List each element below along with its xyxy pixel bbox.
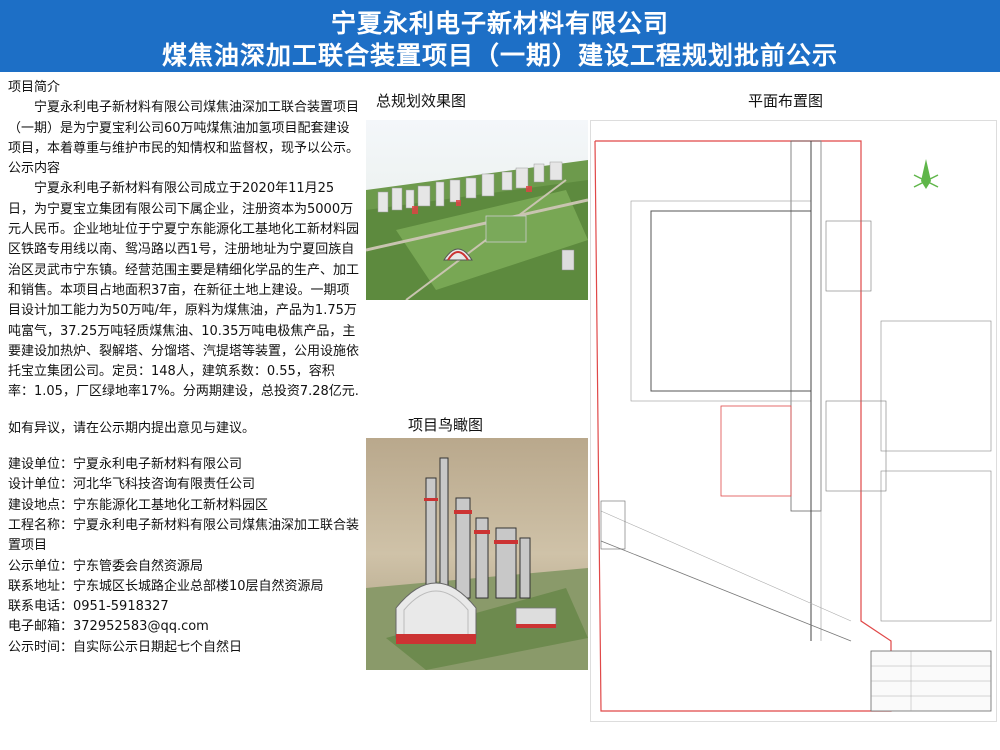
master-plan-caption: 总规划效果图 [376, 92, 467, 110]
info-email: 电子邮箱：372952583@qq.com [8, 619, 209, 635]
objection-text: 如有异议，请在公示期内提出意见与建议。 [8, 420, 256, 436]
page-subtitle: 煤焦油深加工联合装置项目（一期）建设工程规划批前公示 [161, 41, 838, 70]
info-designer: 设计单位：河北华飞科技咨询有限责任公司 [8, 477, 256, 493]
info-period: 公示时间：自实际公示日期起七个自然日 [8, 639, 243, 655]
info-builder: 建设单位：宁夏永利电子新材料有限公司 [8, 457, 243, 473]
aerial-image [366, 438, 588, 670]
info-location: 建设地点：宁东能源化工基地化工新材料园区 [8, 497, 269, 513]
content-heading: 公示内容 [8, 161, 61, 177]
intro-text: 宁夏永利电子新材料有限公司煤焦油深加工联合装置项目（一期）是为宁夏宝利公司60万… [8, 100, 360, 156]
info-address: 联系地址：宁东城区长城路企业总部楼10层自然资源局 [8, 578, 324, 594]
content-text: 宁夏永利电子新材料有限公司成立于2020年11月25日，为宁夏宝立集团有限公司下… [8, 181, 360, 400]
layout-caption: 平面布置图 [748, 92, 824, 110]
page-title: 宁夏永利电子新材料有限公司 [330, 9, 669, 38]
master-plan-image [366, 120, 588, 300]
text-column: 项目简介 宁夏永利电子新材料有限公司煤焦油深加工联合装置项目（一期）是为宁夏宝利… [8, 78, 360, 658]
intro-heading: 项目简介 [8, 80, 61, 95]
info-project-name: 工程名称：宁夏永利电子新材料有限公司煤焦油深加工联合装置项目 [8, 517, 360, 554]
aerial-caption: 项目鸟瞰图 [408, 416, 484, 434]
header-banner: 宁夏永利电子新材料有限公司 煤焦油深加工联合装置项目（一期）建设工程规划批前公示 [0, 0, 1000, 72]
site-layout-plan [590, 120, 997, 722]
info-phone: 联系电话：0951-5918327 [8, 599, 169, 615]
info-publisher: 公示单位：宁东管委会自然资源局 [8, 558, 204, 574]
